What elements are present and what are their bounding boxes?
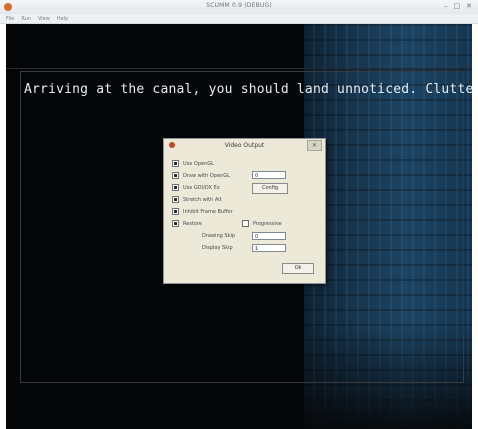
display-skip-field[interactable]: 1 [252, 244, 286, 252]
use-gdi-label: Use GDI/DX Ex [183, 184, 220, 191]
menu-bar: File Run View Help [0, 14, 478, 24]
config-button[interactable]: Config [252, 183, 288, 194]
restore-label: Restore [183, 220, 202, 227]
menu-help[interactable]: Help [57, 14, 68, 23]
drawing-skip-label: Drawing Skip [202, 233, 236, 239]
window-controls: – □ ✕ [444, 2, 472, 11]
dialog-titlebar: Video Output ✕ [164, 139, 325, 152]
draw-with-opengl-field[interactable]: 0 [252, 171, 286, 179]
option-inhibit-frame-buffer[interactable]: Inhibit Frame Buffer [172, 207, 233, 216]
window-title: SCUMM 0.9 (DEBUG) [206, 2, 272, 9]
draw-with-opengl-checkbox[interactable] [172, 172, 179, 179]
draw-with-opengl-label: Draw with OpenGL [183, 172, 230, 179]
dialog-title: Video Output [224, 142, 265, 149]
inhibit-frame-buffer-checkbox[interactable] [172, 208, 179, 215]
use-opengl-label: Use OpenGL [183, 160, 214, 167]
ok-button[interactable]: Ok [282, 263, 314, 274]
option-restore[interactable]: Restore [172, 219, 202, 228]
drawing-skip-field[interactable]: 0 [252, 232, 286, 240]
progressive-checkbox[interactable] [242, 220, 249, 227]
maximize-button[interactable]: □ [454, 2, 461, 11]
dialog-close-button[interactable]: ✕ [307, 140, 322, 151]
video-output-dialog: Video Output ✕ Use OpenGL Draw with Open… [163, 138, 326, 284]
minimize-button[interactable]: – [444, 2, 448, 11]
use-gdi-checkbox[interactable] [172, 184, 179, 191]
option-use-opengl[interactable]: Use OpenGL [172, 159, 214, 168]
window-titlebar: SCUMM 0.9 (DEBUG) – □ ✕ [0, 0, 478, 15]
display-skip-label: Display Skip [202, 245, 233, 251]
game-caption: Arriving at the canal, you should land u… [24, 82, 472, 97]
option-use-gdi[interactable]: Use GDI/DX Ex [172, 183, 220, 192]
scene-divider [6, 68, 472, 69]
menu-file[interactable]: File [6, 14, 14, 23]
close-button[interactable]: ✕ [466, 2, 472, 11]
option-draw-with-opengl[interactable]: Draw with OpenGL [172, 171, 230, 180]
progressive-label: Progressive [253, 220, 282, 227]
option-progressive[interactable]: Progressive [242, 219, 282, 228]
stretch-label: Stretch with Alt [183, 196, 222, 203]
menu-run[interactable]: Run [21, 14, 31, 23]
restore-checkbox[interactable] [172, 220, 179, 227]
option-stretch[interactable]: Stretch with Alt [172, 195, 222, 204]
stretch-checkbox[interactable] [172, 196, 179, 203]
menu-view[interactable]: View [38, 14, 50, 23]
use-opengl-checkbox[interactable] [172, 160, 179, 167]
inhibit-frame-buffer-label: Inhibit Frame Buffer [183, 208, 233, 215]
